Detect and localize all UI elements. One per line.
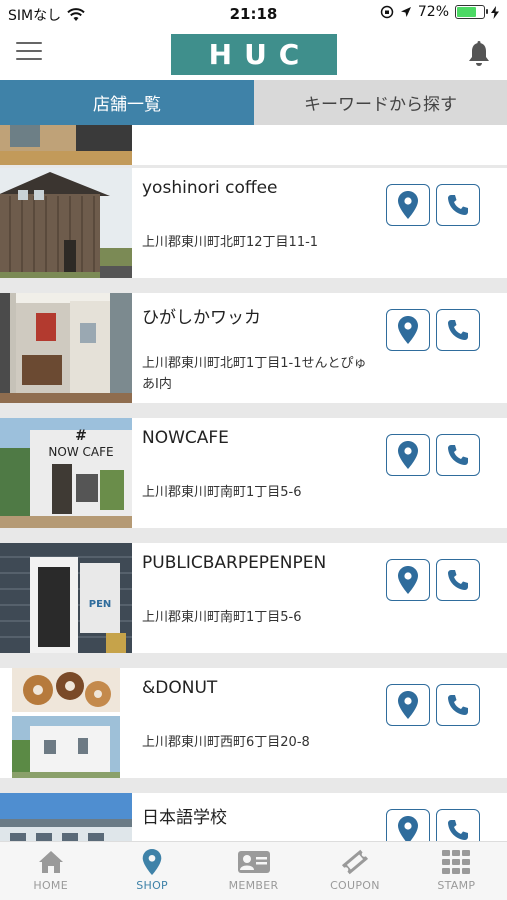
nowcafe-sign-text: NOW CAFE (48, 445, 113, 459)
list-item[interactable]: PEN PUBLICBARPEPENPEN 上川郡東川町南町1丁目5-6 (0, 543, 507, 653)
nav-member[interactable]: MEMBER (203, 842, 304, 900)
list-item[interactable]: 日本語学校 (0, 793, 507, 841)
hamburger-menu-icon[interactable] (16, 42, 42, 64)
nowcafe-sign-hash: # (75, 428, 87, 444)
app-header: HUC (0, 28, 507, 80)
list-item[interactable]: ひがしかワッカ 上川郡東川町北町1丁目1-1せんとぴゅあⅠ内 (0, 293, 507, 403)
list-item[interactable]: yoshinori coffee 上川郡東川町北町12丁目11-1 (0, 168, 507, 278)
list-item[interactable]: # NOW CAFE NOWCAFE 上川郡東川町南町1丁目5-6 (0, 418, 507, 528)
charging-bolt-icon (491, 5, 499, 19)
home-icon (38, 851, 63, 873)
huc-logo: HUC (171, 34, 337, 75)
phone-button[interactable] (436, 184, 480, 226)
bottom-nav: HOME SHOP MEMBER COUPON STAMP (0, 841, 507, 900)
shop-list[interactable]: yoshinori coffee 上川郡東川町北町12丁目11-1 ひがしかワッ… (0, 125, 507, 841)
tab-shop-list[interactable]: 店舗一覧 (0, 80, 254, 125)
status-right: 72% (380, 4, 499, 20)
shop-name: PUBLICBARPEPENPEN (142, 553, 327, 573)
map-pin-icon (398, 691, 418, 719)
orientation-lock-icon (380, 5, 394, 19)
map-pin-icon (398, 816, 418, 841)
shop-address: 上川郡東川町南町1丁目5-6 (142, 485, 302, 500)
map-button[interactable] (386, 184, 430, 226)
phone-button[interactable] (436, 309, 480, 351)
map-button[interactable] (386, 434, 430, 476)
map-pin-icon (398, 441, 418, 469)
stamp-grid-icon (442, 850, 471, 874)
map-button[interactable] (386, 809, 430, 841)
bell-icon[interactable] (465, 40, 493, 68)
phone-button[interactable] (436, 434, 480, 476)
nav-stamp[interactable]: STAMP (406, 842, 507, 900)
shop-photo (0, 293, 132, 403)
nav-shop-label: SHOP (136, 879, 168, 892)
location-arrow-icon (400, 7, 411, 17)
shop-name: yoshinori coffee (142, 178, 278, 198)
battery-icon (455, 5, 488, 19)
nav-home-label: HOME (33, 879, 68, 892)
nav-coupon[interactable]: COUPON (304, 842, 405, 900)
nav-home[interactable]: HOME (0, 842, 101, 900)
nav-stamp-label: STAMP (437, 879, 476, 892)
phone-button[interactable] (436, 809, 480, 841)
phone-icon (448, 320, 468, 340)
shop-address: 上川郡東川町北町1丁目1-1せんとぴゅあⅠ内 (142, 356, 367, 392)
app-root: SIMなし 21:18 72% HUC 店舗一覧 キーワードから探す yoshi… (0, 0, 507, 900)
map-pin-icon (398, 316, 418, 344)
nav-member-label: MEMBER (228, 879, 279, 892)
tab-keyword-search[interactable]: キーワードから探す (254, 80, 507, 125)
shop-photo (0, 168, 132, 278)
shop-name: NOWCAFE (142, 428, 229, 448)
phone-icon (448, 445, 468, 465)
shop-photo: # NOW CAFE (0, 418, 132, 528)
shop-photo (0, 793, 132, 841)
shop-photo: PEN (0, 543, 132, 653)
coupon-ticket-icon (341, 849, 368, 875)
list-item[interactable]: &DONUT 上川郡東川町西町6丁目20-8 (0, 668, 507, 778)
member-card-icon (237, 851, 270, 873)
nav-shop[interactable]: SHOP (101, 842, 202, 900)
status-bar: SIMなし 21:18 72% (0, 0, 507, 28)
pen-sign-text: PEN (89, 599, 112, 610)
map-pin-icon (142, 849, 162, 875)
map-button[interactable] (386, 559, 430, 601)
list-item-partial[interactable] (0, 125, 507, 165)
map-button[interactable] (386, 309, 430, 351)
shop-name: ひがしかワッカ (142, 308, 261, 328)
map-pin-icon (398, 566, 418, 594)
phone-icon (448, 570, 468, 590)
shop-address: 上川郡東川町北町12丁目11-1 (142, 235, 319, 250)
nav-coupon-label: COUPON (330, 879, 380, 892)
map-pin-icon (398, 191, 418, 219)
phone-icon (448, 695, 468, 715)
shop-name: &DONUT (142, 678, 218, 698)
battery-percent: 72% (417, 4, 449, 20)
shop-photo (0, 125, 132, 165)
phone-icon (448, 820, 468, 840)
phone-button[interactable] (436, 684, 480, 726)
phone-icon (448, 195, 468, 215)
phone-button[interactable] (436, 559, 480, 601)
shop-photo (0, 668, 132, 778)
shop-tabs: 店舗一覧 キーワードから探す (0, 80, 507, 125)
map-button[interactable] (386, 684, 430, 726)
shop-address: 上川郡東川町南町1丁目5-6 (142, 610, 302, 625)
shop-name: 日本語学校 (142, 808, 227, 828)
shop-address: 上川郡東川町西町6丁目20-8 (142, 735, 310, 750)
battery-level (457, 7, 476, 17)
